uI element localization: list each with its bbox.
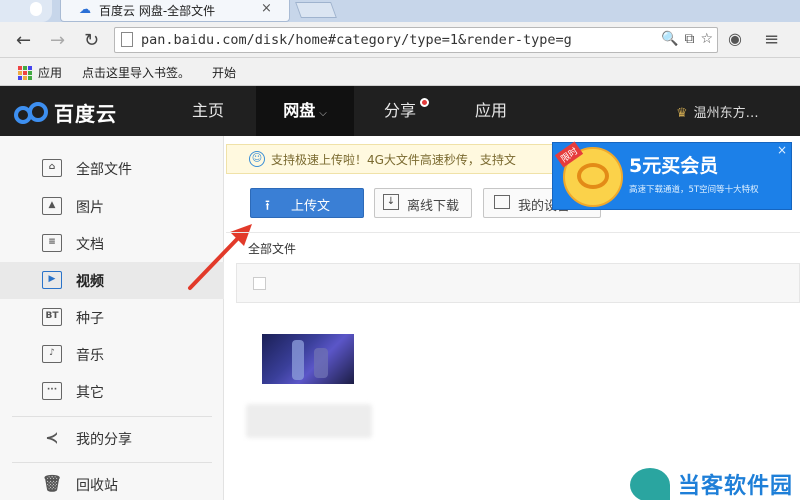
bookmark-apps[interactable]: 应用: [38, 64, 62, 81]
translate-icon[interactable]: ⧉: [684, 31, 694, 47]
globe-icon[interactable]: ◉: [728, 29, 742, 48]
sidebar-item-label: 其它: [76, 385, 104, 401]
offline-download-label: 离线下载: [407, 199, 460, 214]
menu-icon[interactable]: ≡: [764, 29, 779, 50]
baidu-cloud-favicon-icon: ☁: [79, 2, 91, 16]
vip-subtitle: 高速下载通道，5T空间等十大特权: [629, 185, 759, 195]
browser-tab-strip: ☁ 百度云 网盘-全部文件 ×: [0, 0, 800, 22]
crown-icon: ♛: [676, 106, 688, 121]
watermark-logo-icon: [630, 468, 670, 500]
notification-dot: [420, 98, 429, 107]
offline-download-button[interactable]: ↓ 离线下载: [374, 188, 472, 218]
vip-title: 5元买会员: [629, 155, 719, 177]
back-arrow-icon[interactable]: ←: [16, 30, 31, 51]
sidebar-item-torrents[interactable]: BT 种子: [0, 299, 224, 336]
user-name: 温州东方…: [693, 106, 759, 121]
sidebar-item-label: 全部文件: [76, 162, 132, 178]
reload-icon[interactable]: ↻: [84, 30, 99, 51]
sidebar-item-recycle-bin[interactable]: 🗑 回收站: [0, 466, 224, 500]
download-icon: ↓: [383, 194, 399, 210]
zoom-icon[interactable]: 🔍: [661, 31, 678, 47]
sidebar-item-label: 文档: [76, 237, 104, 253]
page-icon: [121, 32, 133, 47]
browser-toolbar: ← → ↻ pan.baidu.com/disk/home#category/t…: [0, 22, 800, 58]
forward-arrow-icon[interactable]: →: [50, 30, 65, 51]
url-text[interactable]: pan.baidu.com/disk/home#category/type=1&…: [141, 32, 641, 48]
window-icon: [0, 0, 52, 22]
apps-grid-icon[interactable]: [18, 66, 32, 80]
new-tab-button[interactable]: [295, 2, 337, 18]
smiley-icon: ☺: [249, 151, 265, 167]
watermark-text: 当客软件园: [678, 474, 794, 499]
sidebar-divider: [12, 416, 212, 417]
share-icon: ≺: [45, 428, 59, 447]
sidebar-item-label: 视频: [76, 274, 104, 290]
breadcrumb-all-files[interactable]: 全部文件: [248, 240, 296, 257]
baidu-header: 百度云 主页 网盘 ⌵ 分享 应用 ♛ 温州东方…: [0, 86, 800, 136]
blurred-file-name[interactable]: [246, 404, 372, 438]
bookmark-import-link[interactable]: 点击这里导入书签。: [82, 64, 190, 81]
logo-text: 百度云: [54, 102, 117, 126]
tab-title: 百度云 网盘-全部文件: [99, 4, 216, 18]
other-icon: ···: [42, 382, 62, 400]
sidebar-item-music[interactable]: ♪ 音乐: [0, 336, 224, 373]
image-icon: ▲: [42, 197, 62, 215]
video-icon: ▶: [42, 271, 62, 289]
sidebar-item-label: 音乐: [76, 348, 104, 364]
bt-icon: BT: [42, 308, 62, 326]
nav-share-label: 分享: [383, 101, 416, 120]
nav-netdisk-label: 网盘: [283, 101, 316, 120]
sidebar-divider: [12, 462, 212, 463]
upload-icon: ⭱: [265, 198, 270, 214]
file-list-header: [236, 263, 800, 303]
sidebar-item-my-shares[interactable]: ≺ 我的分享: [0, 420, 224, 457]
omnibox-actions: 🔍 ⧉ ☆: [655, 31, 713, 47]
bookmarks-bar: 应用 点击这里导入书签。 开始: [0, 58, 800, 86]
sidebar-item-other[interactable]: ··· 其它: [0, 373, 224, 410]
chevron-down-icon: ⌵: [319, 108, 327, 119]
document-icon: ≡: [42, 234, 62, 252]
address-bar[interactable]: pan.baidu.com/disk/home#category/type=1&…: [114, 27, 718, 53]
baidu-cloud-logo[interactable]: 百度云: [14, 98, 117, 127]
nav-apps[interactable]: 应用: [452, 86, 530, 136]
user-menu[interactable]: ♛ 温州东方…: [676, 102, 759, 121]
video-thumbnail[interactable]: [262, 334, 354, 384]
sidebar-item-label: 我的分享: [76, 432, 132, 448]
sidebar: ⌂ 全部文件 ▲ 图片 ≡ 文档 ▶ 视频 BT 种子 ♪ 音乐 ··· 其它 …: [0, 136, 224, 500]
nav-home[interactable]: 主页: [168, 86, 248, 136]
sidebar-item-label: 种子: [76, 311, 104, 327]
upload-button-label: 上传文: [291, 199, 331, 214]
notice-text: 支持极速上传啦！4G大文件高速秒传，支持文: [271, 153, 516, 167]
select-all-checkbox[interactable]: [253, 277, 266, 290]
vip-promo-banner[interactable]: 限时 5元买会员 高速下载通道，5T空间等十大特权 ×: [552, 141, 792, 210]
sidebar-item-label: 图片: [76, 200, 104, 216]
nav-share[interactable]: 分享: [362, 86, 438, 136]
site-watermark: 当客软件园: [630, 466, 800, 500]
trash-icon: 🗑: [42, 474, 63, 493]
tab-close-icon[interactable]: ×: [261, 1, 272, 16]
bookmark-star-icon[interactable]: ☆: [700, 31, 713, 47]
breadcrumb: 全部文件: [226, 232, 800, 262]
sidebar-item-all-files[interactable]: ⌂ 全部文件: [0, 150, 224, 187]
upload-button[interactable]: ⭱ 上传文: [250, 188, 364, 218]
music-icon: ♪: [42, 345, 62, 363]
device-icon: [494, 195, 510, 209]
baidu-cloud-logo-icon: [14, 100, 50, 126]
sidebar-item-label: 回收站: [76, 478, 118, 494]
all-files-icon: ⌂: [42, 159, 62, 177]
close-icon[interactable]: ×: [777, 143, 787, 157]
bookmark-start-link[interactable]: 开始: [212, 64, 236, 81]
browser-tab[interactable]: ☁ 百度云 网盘-全部文件 ×: [60, 0, 290, 22]
nav-netdisk[interactable]: 网盘 ⌵: [256, 86, 354, 136]
